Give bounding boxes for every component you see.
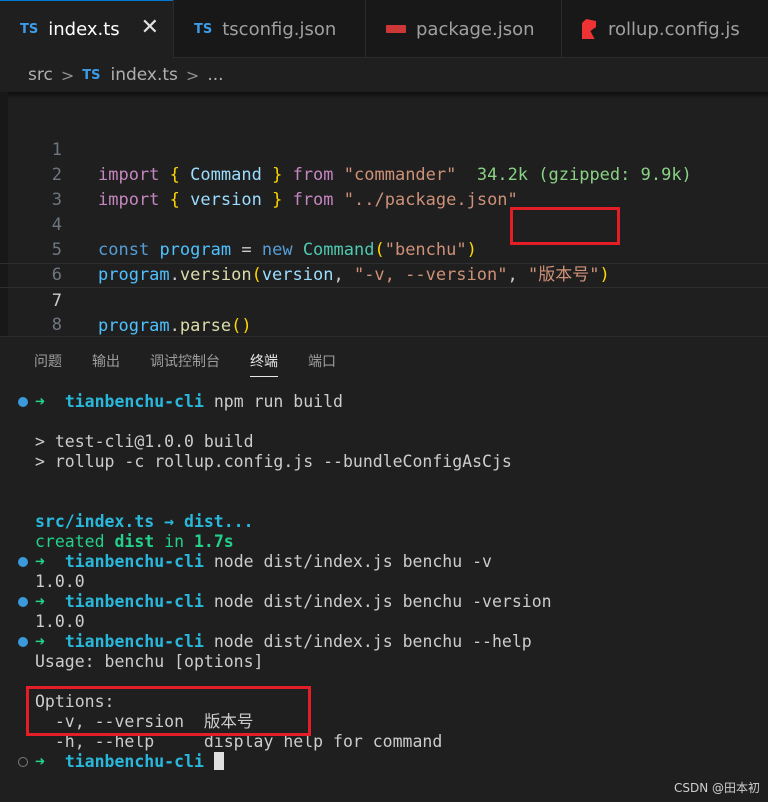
code-line[interactable]: 8 (0, 288, 768, 335)
breadcrumb-more[interactable]: ... (207, 65, 223, 85)
tab-index-ts[interactable]: TS index.ts ✕ (0, 0, 174, 58)
editor-scroll-shadow (8, 92, 768, 98)
tab-label: package.json (416, 18, 535, 40)
highlight-box (510, 207, 620, 245)
highlight-box (26, 686, 311, 736)
typescript-file-icon: TS (82, 67, 101, 83)
terminal-line: > rollup -c rollup.config.js --bundleCon… (35, 452, 512, 471)
terminal-line: src/index.ts → dist... (35, 512, 254, 531)
code-line-current[interactable]: 7 program.parse() (0, 263, 768, 336)
tab-problems[interactable]: 问题 (34, 337, 62, 387)
command-status-dot[interactable] (18, 757, 28, 767)
terminal-line: 1.0.0 (35, 572, 85, 591)
code-line[interactable]: 1 import { Command } from "commander" 34… (0, 113, 768, 185)
tab-ports[interactable]: 端口 (308, 337, 336, 387)
tab-output[interactable]: 输出 (92, 337, 120, 387)
chevron-right-icon: > (185, 65, 200, 85)
tab-terminal[interactable]: 终端 (250, 337, 278, 387)
code-line[interactable]: 4 const program = new Command("benchu") (0, 188, 768, 260)
tab-label: tsconfig.json (222, 18, 337, 40)
code-line[interactable]: 5 program.version(version, "-v, --versio… (0, 213, 768, 285)
tab-tsconfig-json[interactable]: TS tsconfig.json (174, 0, 366, 58)
npm-icon (386, 25, 406, 33)
terminal[interactable]: ➜ tianbenchu-cli npm run build > test-cl… (0, 387, 768, 802)
breadcrumb-folder[interactable]: src (28, 65, 53, 85)
code-editor[interactable]: 1 import { Command } from "commander" 34… (0, 92, 768, 336)
terminal-line: ➜ tianbenchu-cli node dist/index.js benc… (35, 552, 492, 571)
typescript-file-icon: TS (20, 21, 39, 37)
editor-tab-bar: TS index.ts ✕ TS tsconfig.json package.j… (0, 0, 768, 58)
line-number: 8 (51, 315, 62, 335)
terminal-cursor (213, 752, 224, 770)
tsconfig-file-icon: TS (194, 21, 213, 37)
chevron-right-icon: > (60, 65, 75, 85)
command-status-dot[interactable] (18, 637, 28, 647)
tab-debug-console[interactable]: 调试控制台 (150, 337, 220, 387)
terminal-prompt: ➜ tianbenchu-cli (35, 752, 224, 772)
terminal-line: Usage: benchu [options] (35, 652, 264, 671)
tab-label: index.ts (48, 18, 120, 40)
breadcrumb-file[interactable]: index.ts (110, 65, 177, 85)
terminal-line: created dist in 1.7s (35, 532, 234, 551)
terminal-line: ➜ tianbenchu-cli node dist/index.js benc… (35, 632, 532, 651)
tab-rollup-config-js[interactable]: rollup.config.js (562, 0, 768, 58)
rollup-icon (582, 19, 596, 39)
code-line[interactable]: 6 (0, 238, 768, 285)
command-status-dot[interactable] (18, 397, 28, 407)
tab-label: rollup.config.js (608, 18, 740, 40)
bottom-panel: 问题 输出 调试控制台 终端 端口 ➜ tianbenchu-cli npm r… (0, 336, 768, 802)
terminal-line: 1.0.0 (35, 612, 85, 631)
command-status-dot[interactable] (18, 557, 28, 567)
command-status-dot[interactable] (18, 597, 28, 607)
watermark: CSDN @田本初 (673, 781, 760, 795)
terminal-line: ➜ tianbenchu-cli node dist/index.js benc… (35, 592, 552, 611)
terminal-line: ➜ tianbenchu-cli npm run build (35, 392, 343, 411)
tab-package-json[interactable]: package.json (366, 0, 562, 58)
terminal-line: > test-cli@1.0.0 build (35, 432, 254, 451)
code-line[interactable]: 2 import { version } from "../package.js… (0, 138, 768, 210)
code-line[interactable]: 3 (0, 163, 768, 210)
close-icon[interactable]: ✕ (141, 17, 159, 39)
breadcrumb: src > TS index.ts > ... (0, 58, 768, 92)
panel-tab-bar: 问题 输出 调试控制台 终端 端口 (0, 337, 768, 387)
